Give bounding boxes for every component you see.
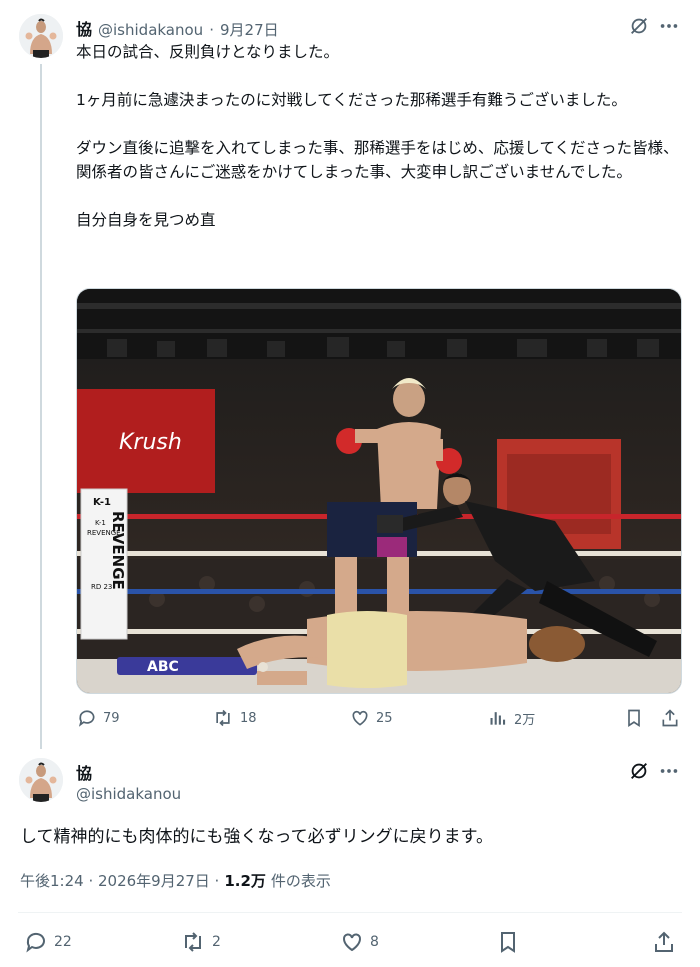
views-count: 1.2万 (224, 872, 266, 890)
more-icon[interactable] (658, 760, 680, 782)
grok-icon[interactable] (628, 15, 650, 37)
handle[interactable]: @ishidakanou (98, 21, 203, 39)
views-icon (488, 708, 508, 728)
tweet-header: 協 @ishidakanou · 9月27日 (76, 16, 279, 40)
share-icon[interactable] (652, 930, 676, 954)
more-icon[interactable] (658, 15, 680, 37)
share-icon[interactable] (660, 708, 680, 728)
tweet-text: 本日の試合、反則負けとなりました。 1ヶ月前に急遽決まったのに対戦してくださった… (76, 43, 679, 229)
tweet-photo[interactable]: Krush ABC K-1 REVENGE K-1 REVENGE RD 23 (76, 288, 682, 694)
retweet-icon (180, 930, 206, 954)
ringpost-text-1: K-1 (93, 497, 111, 508)
handle[interactable]: @ishidakanou (76, 785, 181, 803)
apron-text: ABC (147, 659, 179, 675)
tweet-text: して精神的にも肉体的にも強くなって必ずリングに戻ります。 (20, 827, 493, 847)
reply-button[interactable]: 79 (77, 708, 120, 728)
retweet-button[interactable]: 2 (180, 930, 221, 954)
like-count: 25 (376, 710, 393, 726)
heart-icon (340, 930, 364, 954)
grok-icon[interactable] (628, 760, 650, 782)
divider (18, 912, 682, 913)
like-button[interactable]: 25 (350, 708, 393, 728)
thread-line (40, 64, 42, 749)
retweet-button[interactable]: 18 (212, 708, 257, 728)
like-count: 8 (370, 934, 379, 950)
like-button[interactable]: 8 (340, 930, 379, 954)
reply-count: 79 (103, 710, 120, 726)
views-button[interactable]: 2万 (488, 708, 535, 728)
tweet-date[interactable]: 9月27日 (220, 19, 279, 40)
views-count: 2万 (514, 712, 536, 728)
reply-count: 22 (54, 934, 72, 950)
bookmark-icon[interactable] (624, 708, 644, 728)
tweet-timestamp[interactable]: 午後1:24 · 2026年9月27日 · (20, 870, 219, 891)
retweet-count: 18 (240, 710, 257, 726)
tweet-meta: 午後1:24 · 2026年9月27日 · 1.2万 件の表示 (20, 870, 331, 891)
reply-button[interactable]: 22 (24, 930, 72, 954)
display-name[interactable]: 協 (76, 760, 92, 784)
avatar[interactable] (19, 758, 63, 802)
avatar[interactable] (19, 14, 63, 58)
retweet-icon (212, 708, 234, 728)
reply-icon (77, 708, 97, 728)
views-label: 件の表示 (270, 872, 331, 890)
separator: · (209, 21, 214, 39)
reply-icon (24, 930, 48, 954)
ringpost-text-5: RD 23 (91, 583, 112, 591)
ringpost-text-3: K-1 (95, 519, 106, 527)
bookmark-icon[interactable] (496, 930, 520, 954)
ringpost-text-2: REVENGE (109, 511, 127, 590)
banner-text: Krush (119, 430, 182, 455)
ringpost-text-4: REVENGE (87, 529, 121, 537)
display-name[interactable]: 協 (76, 16, 92, 40)
retweet-count: 2 (212, 934, 221, 950)
heart-icon (350, 708, 370, 728)
